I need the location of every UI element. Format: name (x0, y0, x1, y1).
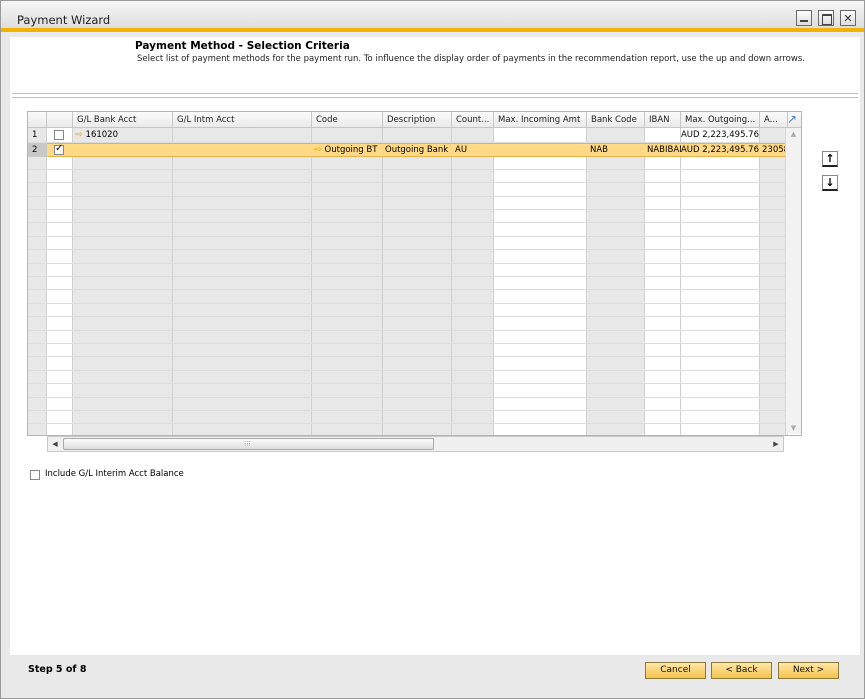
vertical-scrollbar[interactable]: ▲ ▼ (785, 128, 801, 434)
grid-row-line (28, 169, 801, 170)
gl-bank-acct-value: 161020 (85, 130, 118, 140)
grid-row-line (28, 330, 801, 331)
back-button[interactable]: < Back (711, 662, 772, 679)
column-header[interactable]: IBAN (645, 112, 681, 128)
header-select (47, 112, 73, 128)
include-interim-checkbox[interactable] (30, 470, 40, 480)
window-title: Payment Wizard (17, 13, 111, 27)
column-header[interactable]: Bank Code (587, 112, 645, 128)
title-bar: Payment Wizard ✕ (1, 1, 864, 32)
code-value: Outgoing BT (324, 145, 378, 155)
grid-row-line (28, 263, 801, 264)
grid-row-line (28, 423, 801, 424)
row-number: 2 (28, 143, 47, 157)
scroll-left-icon[interactable]: ◀ (48, 437, 62, 451)
grip-icon: ⁝⁝⁝ (244, 440, 251, 448)
header-corner (28, 112, 47, 128)
wizard-footer: Step 5 of 8 Cancel < Back Next > (10, 655, 860, 695)
minimize-button[interactable] (796, 10, 812, 26)
grid-row-line (28, 316, 801, 317)
row-checkbox[interactable] (54, 143, 64, 155)
arrow-up-icon: ↑ (825, 152, 835, 165)
description-column (383, 112, 452, 435)
column-header[interactable]: Code (312, 112, 383, 128)
grid-row-line (28, 356, 801, 357)
step-indicator: Step 5 of 8 (28, 664, 87, 675)
grid-row-line (28, 410, 801, 411)
column-header[interactable]: Count... (452, 112, 494, 128)
country-column (452, 112, 494, 435)
link-arrow-icon[interactable]: ⇨ (75, 130, 83, 140)
max-outgoing-cell[interactable]: AUD 2,223,495.76 (681, 128, 759, 142)
column-header[interactable]: G/L Bank Acct (73, 112, 173, 128)
close-button[interactable]: ✕ (840, 10, 856, 26)
max-outgoing-cell[interactable]: AUD 2,223,495.76 (681, 143, 759, 157)
row-checkbox[interactable] (54, 130, 64, 140)
gl-bank-acct-column (73, 112, 173, 435)
maximize-icon (819, 11, 833, 25)
column-header[interactable]: Max. Outgoing... (681, 112, 760, 128)
column-header[interactable]: Description (383, 112, 452, 128)
grid-header: G/L Bank Acct G/L Intm Acct Code Descrip… (28, 112, 801, 128)
grid-row-line (28, 397, 801, 398)
column-header[interactable]: G/L Intm Acct (173, 112, 312, 128)
link-arrow-icon[interactable]: ⇨ (314, 145, 322, 155)
move-up-button[interactable]: ↑ (822, 151, 838, 167)
grid-row-line (28, 236, 801, 237)
scroll-down-icon[interactable]: ▼ (786, 422, 801, 434)
horizontal-scrollbar[interactable]: ◀ ⁝⁝⁝ ▶ (47, 436, 784, 452)
scroll-up-icon[interactable]: ▲ (786, 128, 801, 140)
divider (12, 97, 858, 98)
divider (12, 93, 858, 94)
bank-code-cell[interactable]: NAB (590, 143, 644, 157)
include-interim-label: Include G/L Interim Acct Balance (45, 469, 184, 479)
account-column (760, 112, 788, 435)
row-number: 1 (32, 130, 38, 140)
grid-row-line (28, 383, 801, 384)
gl-bank-acct-cell[interactable]: ⇨ 161020 (75, 128, 171, 142)
grid-row-line (28, 196, 801, 197)
bank-code-column (587, 112, 645, 435)
column-header[interactable]: Max. Incoming Amt (494, 112, 587, 128)
minimize-icon (797, 11, 811, 25)
row-number-column (28, 112, 47, 435)
maximize-button[interactable] (818, 10, 834, 26)
max-incoming-column (494, 112, 587, 435)
grid-row-line (28, 289, 801, 290)
move-down-button[interactable]: ↓ (822, 175, 838, 191)
grid-row-line (28, 182, 801, 183)
grid-row-line (28, 303, 801, 304)
scrollbar-thumb[interactable]: ⁝⁝⁝ (63, 438, 434, 450)
grid-row-line (28, 222, 801, 223)
next-button[interactable]: Next > (778, 662, 839, 679)
gl-intm-acct-column (173, 112, 312, 435)
select-column (47, 112, 73, 435)
cancel-button[interactable]: Cancel (645, 662, 706, 679)
expand-grid-icon[interactable]: ↗ (785, 112, 799, 126)
iban-column (645, 112, 681, 435)
grid-row-line (28, 249, 801, 250)
grid-row-line (28, 343, 801, 344)
code-column (312, 112, 383, 435)
payment-methods-grid[interactable]: G/L Bank Acct G/L Intm Acct Code Descrip… (27, 111, 802, 436)
arrow-down-icon: ↓ (825, 176, 835, 189)
page-description: Select list of payment methods for the p… (137, 54, 805, 64)
description-cell[interactable]: Outgoing Bank T (385, 143, 451, 157)
payment-wizard-window: Payment Wizard ✕ Payment Method - Select… (0, 0, 865, 699)
grid-row-line (28, 209, 801, 210)
page-title: Payment Method - Selection Criteria (135, 40, 350, 52)
country-cell[interactable]: AU (455, 143, 493, 157)
column-header[interactable]: A... (760, 112, 788, 128)
code-cell[interactable]: ⇨ Outgoing BT (312, 143, 382, 157)
iban-cell[interactable]: NABIBAN (647, 143, 681, 157)
max-outgoing-column (681, 112, 760, 435)
scroll-right-icon[interactable]: ▶ (769, 437, 783, 451)
grid-row-line (28, 276, 801, 277)
close-icon: ✕ (843, 11, 853, 25)
grid-row-line (28, 370, 801, 371)
